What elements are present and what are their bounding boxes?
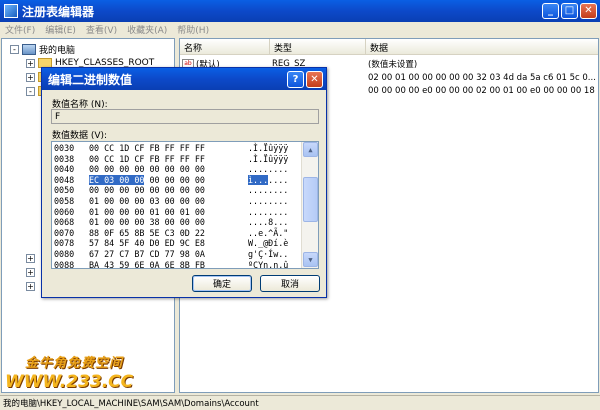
ascii-unselected[interactable]: .... xyxy=(268,175,288,185)
dialog-title: 编辑二进制数值 xyxy=(48,72,133,87)
maximize-button[interactable]: □ xyxy=(561,3,578,19)
hex-bytes[interactable]: 01 00 00 00 03 00 00 00 xyxy=(89,196,249,207)
column-data-header[interactable]: 数据 xyxy=(366,39,598,55)
tree-expander[interactable]: + xyxy=(26,281,35,291)
tree-expander[interactable]: + xyxy=(26,58,35,68)
hex-bytes[interactable]: 00 00 00 00 00 00 00 00 xyxy=(89,164,249,175)
value-data: 00 00 00 00 e0 00 00 00 02 00 01 00 e0 0… xyxy=(368,85,599,96)
value-data: 02 00 01 00 00 00 00 00 32 03 4d da 5a c… xyxy=(368,72,596,83)
help-button[interactable]: ? xyxy=(287,71,304,88)
edit-binary-value-dialog: 编辑二进制数值 ? ✕ 数值名称 (N): F 数值数据 (V): 0030 00… xyxy=(41,67,327,298)
value-data-label: 数值数据 (V): xyxy=(52,131,108,141)
tree-item-collapsed-3[interactable]: + xyxy=(26,279,38,293)
scroll-up-arrow-icon[interactable]: ▲ xyxy=(303,142,318,157)
hex-offset: 0030 xyxy=(54,143,75,153)
hex-offset: 0068 xyxy=(54,217,75,228)
hex-offset: 0078 xyxy=(54,238,75,249)
hex-ascii[interactable]: ........ xyxy=(248,185,308,196)
menu-bar: 文件(F) 编辑(E) 查看(V) 收藏夹(A) 帮助(H) xyxy=(0,22,600,37)
scroll-thumb[interactable] xyxy=(303,177,318,222)
hex-ascii[interactable]: W._@Ðí.è xyxy=(248,238,308,249)
hex-offset: 0070 xyxy=(54,227,75,238)
tree-expander[interactable]: + xyxy=(26,267,35,277)
hex-bytes[interactable]: 00 00 00 00 00 00 00 00 xyxy=(89,185,249,196)
column-name-header[interactable]: 名称 xyxy=(180,39,270,55)
hex-bytes[interactable]: 00 CC 1D CF FB FF FF FF xyxy=(89,143,249,154)
hex-ascii[interactable]: ........ xyxy=(248,196,308,207)
tree-expander[interactable]: + xyxy=(26,72,35,82)
hex-bytes[interactable]: 88 0F 65 8B 5E C3 0D 22 xyxy=(89,228,249,239)
hex-ascii[interactable]: ....8... xyxy=(248,217,308,228)
hex-bytes[interactable]: 01 00 00 00 38 00 00 00 xyxy=(89,217,249,228)
tree-item-collapsed-2[interactable]: + xyxy=(26,265,38,279)
tree-item-my-computer[interactable]: - 我的电脑 xyxy=(10,42,75,56)
ok-button[interactable]: 确定 xyxy=(192,275,252,292)
hex-ascii[interactable]: ºCYn.n.û xyxy=(248,260,308,268)
close-button[interactable]: ✕ xyxy=(580,3,597,19)
regedit-app-icon xyxy=(4,4,18,18)
hex-bytes[interactable]: 01 00 00 00 01 00 01 00 xyxy=(89,207,249,218)
dialog-close-button[interactable]: ✕ xyxy=(306,71,323,88)
hex-offset: 0060 xyxy=(54,206,75,217)
hex-ascii[interactable]: .Ì.Ïûÿÿÿ xyxy=(248,143,308,154)
menu-view[interactable]: 查看(V) xyxy=(81,23,122,36)
value-name-field: F xyxy=(51,109,319,124)
hex-editor[interactable]: 0030 00 CC 1D CF FB FF FF FF .Ì.Ïûÿÿÿ 0038 0… xyxy=(51,141,319,269)
hex-offset: 0048 xyxy=(54,174,75,185)
dialog-title-bar[interactable]: 编辑二进制数值 ? ✕ xyxy=(42,68,326,90)
window-title: 注册表编辑器 xyxy=(22,4,95,19)
hex-bytes[interactable]: EC 03 00 00 00 00 00 00 xyxy=(89,174,249,186)
hex-offset: 0088 xyxy=(54,259,75,269)
value-data: (数值未设置) xyxy=(368,59,418,70)
hex-offset: 0058 xyxy=(54,196,75,206)
hex-bytes[interactable]: 67 27 C7 B7 CD 77 98 0A xyxy=(89,249,249,260)
hex-offset: 0080 xyxy=(54,249,75,259)
status-path: 我的电脑\HKEY_LOCAL_MACHINE\SAM\SAM\Domains\… xyxy=(3,399,259,409)
tree-item-collapsed-1[interactable]: + xyxy=(26,251,38,265)
hex-selected-bytes[interactable]: EC 03 00 00 xyxy=(89,174,145,185)
hex-offset: 0040 xyxy=(54,164,75,175)
menu-favorites[interactable]: 收藏夹(A) xyxy=(122,23,172,36)
hex-offset: 0050 xyxy=(54,185,75,196)
hex-ascii[interactable]: ì....... xyxy=(248,174,308,186)
hex-bytes[interactable]: BA 43 59 6E 0A 6E 8B FB xyxy=(89,260,249,268)
hex-ascii[interactable]: g'Ç·Íw.. xyxy=(248,249,308,260)
site-watermark: 金牛角免费空间 WWW.233.CC xyxy=(5,352,155,394)
menu-file[interactable]: 文件(F) xyxy=(0,23,40,36)
scroll-down-arrow-icon[interactable]: ▼ xyxy=(303,252,318,267)
menu-edit[interactable]: 编辑(E) xyxy=(40,23,81,36)
tree-expander[interactable]: + xyxy=(26,253,35,263)
list-header: 名称 类型 数据 xyxy=(180,39,598,55)
tree-expander[interactable]: - xyxy=(26,86,35,96)
hex-ascii[interactable]: ..e.^Ã." xyxy=(248,228,308,239)
watermark-line-1: 金牛角免费空间 xyxy=(25,356,124,371)
computer-icon xyxy=(22,43,36,55)
tree-expander[interactable]: - xyxy=(10,44,19,54)
minimize-button[interactable]: _ xyxy=(542,3,559,19)
hex-offset: 0038 xyxy=(54,153,75,164)
hex-ascii[interactable]: ........ xyxy=(248,164,308,175)
hex-ascii[interactable]: .Ì.Ïûÿÿÿ xyxy=(248,154,308,165)
hex-scrollbar[interactable]: ▲ ▼ xyxy=(301,142,318,268)
main-title-bar[interactable]: 注册表编辑器 _ □ ✕ xyxy=(0,0,600,22)
watermark-line-2: WWW.233.CC xyxy=(5,372,134,392)
menu-help[interactable]: 帮助(H) xyxy=(172,23,214,36)
cancel-button[interactable]: 取消 xyxy=(260,275,320,292)
tree-item-label: 我的电脑 xyxy=(39,45,76,56)
hex-bytes[interactable]: 00 CC 1D CF FB FF FF FF xyxy=(89,154,249,165)
hex-ascii[interactable]: ........ xyxy=(248,207,308,218)
hex-bytes[interactable]: 57 84 5F 40 D0 ED 9C E8 xyxy=(89,238,249,249)
hex-unselected-bytes[interactable]: 00 00 00 00 xyxy=(144,175,205,185)
ascii-selected[interactable]: ì... xyxy=(248,174,269,185)
status-bar: 我的电脑\HKEY_LOCAL_MACHINE\SAM\SAM\Domains\… xyxy=(0,395,600,410)
column-type-header[interactable]: 类型 xyxy=(270,39,366,55)
